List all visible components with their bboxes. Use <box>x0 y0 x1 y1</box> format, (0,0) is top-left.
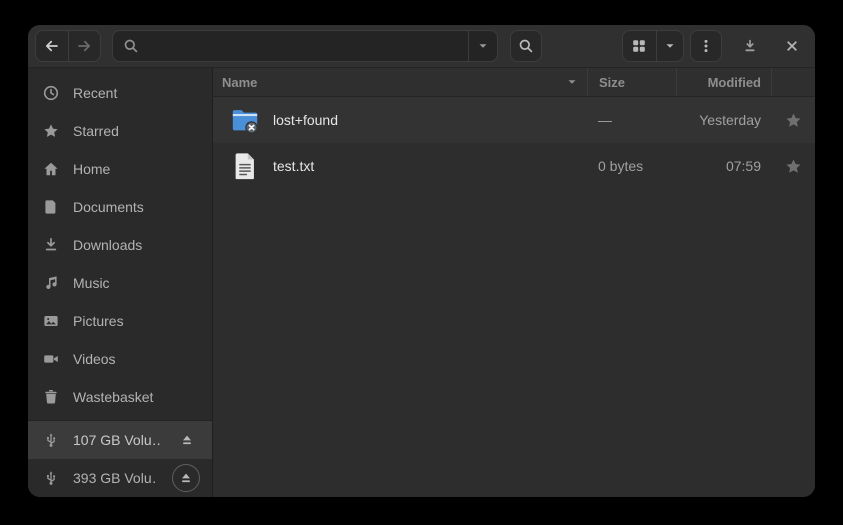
search-toggle-button[interactable] <box>510 30 542 62</box>
list-column-headers: Name Size Modified <box>213 68 815 97</box>
document-icon <box>43 199 59 215</box>
clock-icon <box>43 85 59 101</box>
file-row-test-txt[interactable]: test.txt 0 bytes 07:59 <box>213 143 815 189</box>
video-camera-icon <box>43 351 59 367</box>
view-switcher-group <box>622 30 684 62</box>
usb-drive-icon <box>43 470 59 486</box>
file-manager-window: Recent Starred Home Documents <box>28 25 815 497</box>
sidebar-item-label: Documents <box>73 199 144 215</box>
window-close-button[interactable] <box>777 31 807 61</box>
sidebar-item-music[interactable]: Music <box>28 264 212 302</box>
location-search-entry[interactable] <box>112 30 498 62</box>
file-list-pane: Name Size Modified <box>213 68 815 497</box>
forward-button[interactable] <box>68 31 101 61</box>
download-tray-icon <box>742 38 758 54</box>
cell-modified: Yesterday <box>676 112 771 128</box>
search-icon <box>113 31 139 61</box>
star-icon <box>43 123 59 139</box>
grid-view-icon <box>631 38 647 54</box>
volume-label: 107 GB Volu… <box>73 432 160 448</box>
home-icon <box>43 161 59 177</box>
star-toggle-icon[interactable] <box>785 158 802 175</box>
file-size: — <box>598 112 612 128</box>
cell-star <box>771 112 815 129</box>
file-row-lost-found[interactable]: lost+found — Yesterday <box>213 97 815 143</box>
sidebar-item-label: Downloads <box>73 237 142 253</box>
text-file-icon <box>230 151 260 181</box>
download-icon <box>43 237 59 253</box>
volume-label: 393 GB Volu… <box>73 470 158 486</box>
cell-size: 0 bytes <box>587 158 676 174</box>
file-rows: lost+found — Yesterday <box>213 97 815 497</box>
column-header-star[interactable] <box>771 68 815 96</box>
window-content: Recent Starred Home Documents <box>28 68 815 497</box>
sidebar-item-recent[interactable]: Recent <box>28 74 212 112</box>
column-header-label: Name <box>222 75 257 90</box>
volumes-section: 107 GB Volu… 393 GB Volu… <box>28 420 212 497</box>
column-header-name[interactable]: Name <box>213 68 587 96</box>
trash-icon <box>43 389 59 405</box>
column-header-label: Size <box>599 75 625 90</box>
file-size: 0 bytes <box>598 158 643 174</box>
sidebar-item-label: Music <box>73 275 110 291</box>
grid-view-button[interactable] <box>623 31 656 61</box>
entry-dropdown-button[interactable] <box>468 31 497 61</box>
sidebar-item-pictures[interactable]: Pictures <box>28 302 212 340</box>
headerbar[interactable] <box>28 25 815 68</box>
sidebar-volume-107gb[interactable]: 107 GB Volu… <box>28 421 212 459</box>
sort-descending-icon <box>566 76 578 88</box>
usb-drive-icon <box>43 432 59 448</box>
hamburger-menu-button[interactable] <box>690 30 722 62</box>
music-icon <box>43 275 59 291</box>
file-name: test.txt <box>273 158 314 174</box>
eject-button[interactable] <box>174 427 200 453</box>
cell-star <box>771 158 815 175</box>
sidebar-item-documents[interactable]: Documents <box>28 188 212 226</box>
column-header-label: Modified <box>708 75 761 90</box>
back-button[interactable] <box>36 31 68 61</box>
file-modified: Yesterday <box>699 112 761 128</box>
sidebar-volume-393gb[interactable]: 393 GB Volu… <box>28 459 212 497</box>
forward-icon <box>76 38 92 54</box>
search-icon <box>518 38 534 54</box>
eject-icon <box>180 433 194 447</box>
sidebar-item-label: Recent <box>73 85 117 101</box>
star-toggle-icon[interactable] <box>785 112 802 129</box>
sidebar-item-starred[interactable]: Starred <box>28 112 212 150</box>
cell-name: test.txt <box>213 151 587 181</box>
back-icon <box>44 38 60 54</box>
sidebar-item-videos[interactable]: Videos <box>28 340 212 378</box>
downloads-progress-button[interactable] <box>735 31 765 61</box>
column-header-size[interactable]: Size <box>587 68 676 96</box>
eject-icon <box>179 471 193 485</box>
view-options-button[interactable] <box>656 31 684 61</box>
sidebar-item-home[interactable]: Home <box>28 150 212 188</box>
kebab-menu-icon <box>698 38 714 54</box>
image-icon <box>43 313 59 329</box>
search-input[interactable] <box>139 31 468 61</box>
cell-size: — <box>587 112 676 128</box>
nav-button-group <box>35 30 101 62</box>
chevron-down-icon <box>477 40 489 52</box>
places-sidebar: Recent Starred Home Documents <box>28 68 213 497</box>
sidebar-item-label: Videos <box>73 351 116 367</box>
cell-modified: 07:59 <box>676 158 771 174</box>
sidebar-item-downloads[interactable]: Downloads <box>28 226 212 264</box>
file-modified: 07:59 <box>726 158 761 174</box>
sidebar-item-label: Pictures <box>73 313 124 329</box>
sidebar-item-label: Wastebasket <box>73 389 153 405</box>
folder-no-access-icon <box>230 105 260 135</box>
sidebar-item-label: Starred <box>73 123 119 139</box>
chevron-down-icon <box>664 40 676 52</box>
sidebar-item-label: Home <box>73 161 110 177</box>
sidebar-item-wastebasket[interactable]: Wastebasket <box>28 378 212 416</box>
column-header-modified[interactable]: Modified <box>676 68 771 96</box>
cell-name: lost+found <box>213 105 587 135</box>
eject-button[interactable] <box>172 464 200 492</box>
close-icon <box>785 39 799 53</box>
file-name: lost+found <box>273 112 338 128</box>
